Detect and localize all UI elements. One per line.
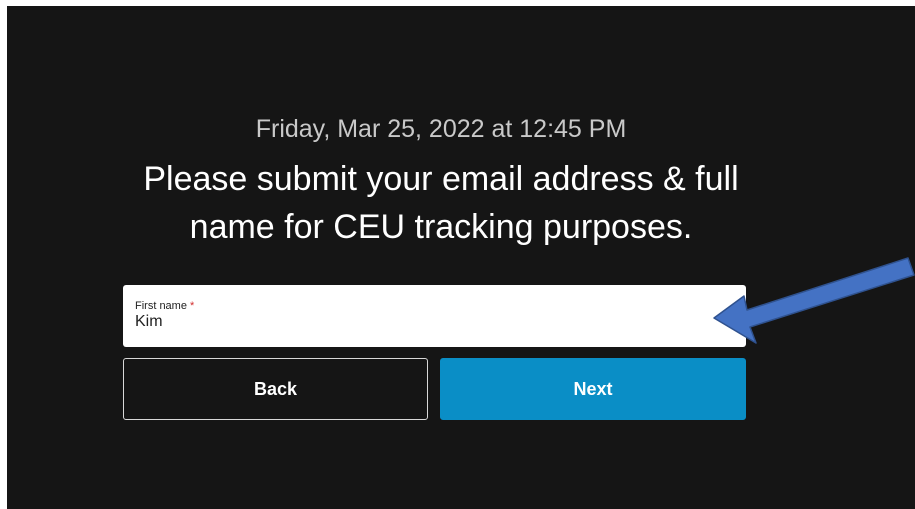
- next-button[interactable]: Next: [440, 358, 746, 420]
- back-button[interactable]: Back: [123, 358, 428, 420]
- first-name-label-text: First name: [135, 300, 187, 312]
- page-heading: Please submit your email address & full …: [7, 155, 875, 251]
- heading-line-2: name for CEU tracking purposes.: [189, 208, 693, 246]
- first-name-field[interactable]: First name * Kim: [123, 285, 746, 347]
- heading-line-1: Please submit your email address & full: [143, 160, 739, 198]
- required-marker: *: [190, 300, 195, 312]
- first-name-value[interactable]: Kim: [135, 312, 746, 332]
- form-panel: Friday, Mar 25, 2022 at 12:45 PM Please …: [7, 6, 915, 509]
- screenshot-page: Friday, Mar 25, 2022 at 12:45 PM Please …: [0, 0, 915, 509]
- first-name-label: First name *: [135, 300, 746, 312]
- event-date: Friday, Mar 25, 2022 at 12:45 PM: [255, 115, 627, 143]
